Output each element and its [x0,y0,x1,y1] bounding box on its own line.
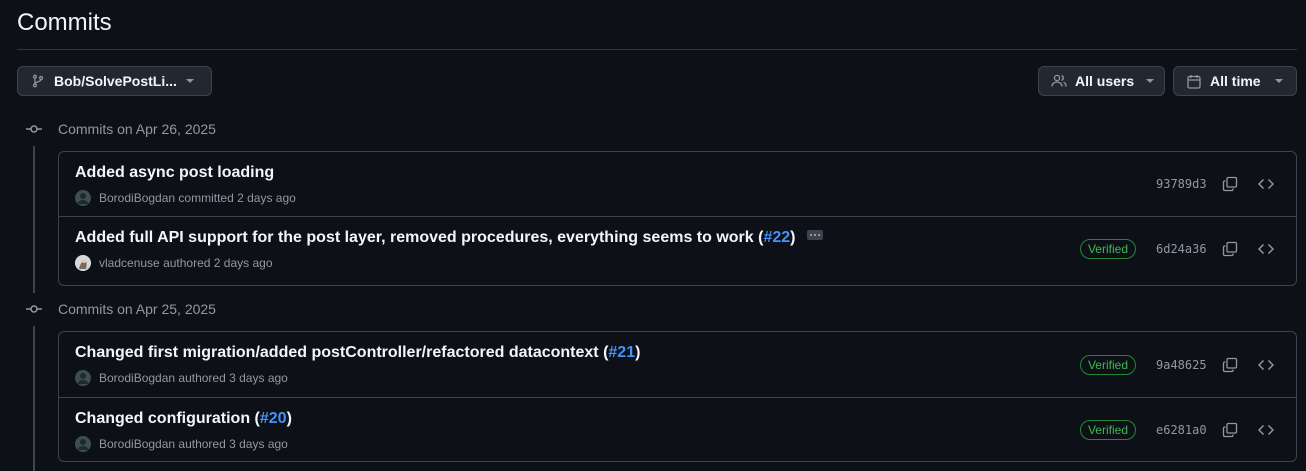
browse-code-icon[interactable] [1250,351,1282,379]
commit-sha[interactable]: 9a48625 [1156,358,1208,372]
timeline-line [33,326,35,471]
commit-time: 2 days ago [237,191,296,205]
avatar[interactable] [75,255,91,271]
commit-row: Changed first migration/added postContro… [59,332,1296,397]
page-title: Commits [17,9,112,36]
commit-message-text[interactable]: Added async post loading [75,164,274,181]
copy-icon[interactable] [1214,416,1246,444]
pr-link[interactable]: #20 [260,410,287,427]
commit-time: 2 days ago [213,256,273,270]
chevron-down-icon [186,79,194,83]
timeline-line [33,146,35,293]
copy-icon[interactable] [1214,351,1246,379]
commit-action: authored [178,371,226,385]
commit-time: 3 days ago [229,437,288,451]
commit-list: Added async post loading BorodiBogdan co… [58,151,1297,286]
browse-code-icon[interactable] [1250,170,1282,198]
commit-author[interactable]: vladcenuse [99,256,160,270]
commit-actions: Verified 6d24a36 [1079,217,1282,281]
verified-badge[interactable]: Verified [1079,354,1136,375]
commit-message-suffix: ) [790,229,796,246]
commit-meta: BorodiBogdan authored 3 days ago [75,370,288,386]
title-divider [17,49,1297,50]
chevron-down-icon [1146,79,1155,83]
commit-action: authored [163,256,211,270]
commit-meta: BorodiBogdan committed 2 days ago [75,190,296,206]
git-branch-icon [30,73,46,89]
commit-list: Changed first migration/added postContro… [58,331,1297,462]
commit-message[interactable]: Added async post loading [75,164,274,182]
commit-message-text[interactable]: Changed configuration ( [75,410,260,427]
commit-sha[interactable]: 6d24a36 [1156,242,1208,256]
commit-message[interactable]: Added full API support for the post laye… [75,229,824,247]
branch-selector-label: Bob/SolvePostLi... [54,73,176,89]
expand-ellipsis-icon[interactable] [807,229,824,240]
commit-message[interactable]: Changed configuration (#20) [75,410,292,428]
commit-row: Added full API support for the post laye… [59,216,1296,281]
avatar[interactable] [75,370,91,386]
commit-actions: 93789d3 [1156,152,1282,216]
calendar-icon [1186,73,1202,89]
verified-badge[interactable]: Verified [1079,239,1136,259]
time-filter-label: All time [1210,73,1261,89]
commit-group-date: Commits on Apr 25, 2025 [58,301,216,317]
browse-code-icon[interactable] [1250,416,1282,444]
commit-author[interactable]: BorodiBogdan [99,371,175,385]
chevron-down-icon [1274,79,1283,83]
pr-link[interactable]: #22 [763,229,790,246]
commit-row: Added async post loading BorodiBogdan co… [59,152,1296,216]
commit-action: authored [178,437,226,451]
branch-selector-button[interactable]: Bob/SolvePostLi... [17,66,212,96]
commit-author[interactable]: BorodiBogdan [99,191,175,205]
copy-icon[interactable] [1214,170,1246,198]
avatar[interactable] [75,190,91,206]
git-commit-icon [24,299,44,319]
commit-message-suffix: ) [635,344,641,361]
commit-group-header: Commits on Apr 25, 2025 [24,299,216,319]
commit-actions: Verified 9a48625 [1079,332,1282,397]
commit-meta: BorodiBogdan authored 3 days ago [75,436,288,452]
commit-message[interactable]: Changed first migration/added postContro… [75,344,640,362]
commit-meta: vladcenuse authored 2 days ago [75,255,273,271]
commit-message-text[interactable]: Added full API support for the post laye… [75,229,763,246]
commit-sha[interactable]: 93789d3 [1156,177,1208,191]
commit-time: 3 days ago [229,371,288,385]
pr-link[interactable]: #21 [608,344,635,361]
commit-author[interactable]: BorodiBogdan [99,437,175,451]
avatar[interactable] [75,436,91,452]
commit-action: committed [178,191,234,205]
users-filter-button[interactable]: All users [1038,66,1165,96]
verified-badge[interactable]: Verified [1079,420,1136,440]
copy-icon[interactable] [1214,235,1246,263]
commit-message-text[interactable]: Changed first migration/added postContro… [75,344,608,361]
git-commit-icon [24,119,44,139]
people-icon [1051,73,1067,89]
time-filter-button[interactable]: All time [1173,66,1297,96]
commit-message-suffix: ) [286,410,292,427]
commit-actions: Verified e6281a0 [1079,398,1282,461]
commit-row: Changed configuration (#20) BorodiBogdan… [59,397,1296,461]
commit-group-date: Commits on Apr 26, 2025 [58,121,216,137]
commit-group-header: Commits on Apr 26, 2025 [24,119,216,139]
users-filter-label: All users [1075,73,1135,89]
browse-code-icon[interactable] [1250,235,1282,263]
commit-sha[interactable]: e6281a0 [1156,423,1208,437]
